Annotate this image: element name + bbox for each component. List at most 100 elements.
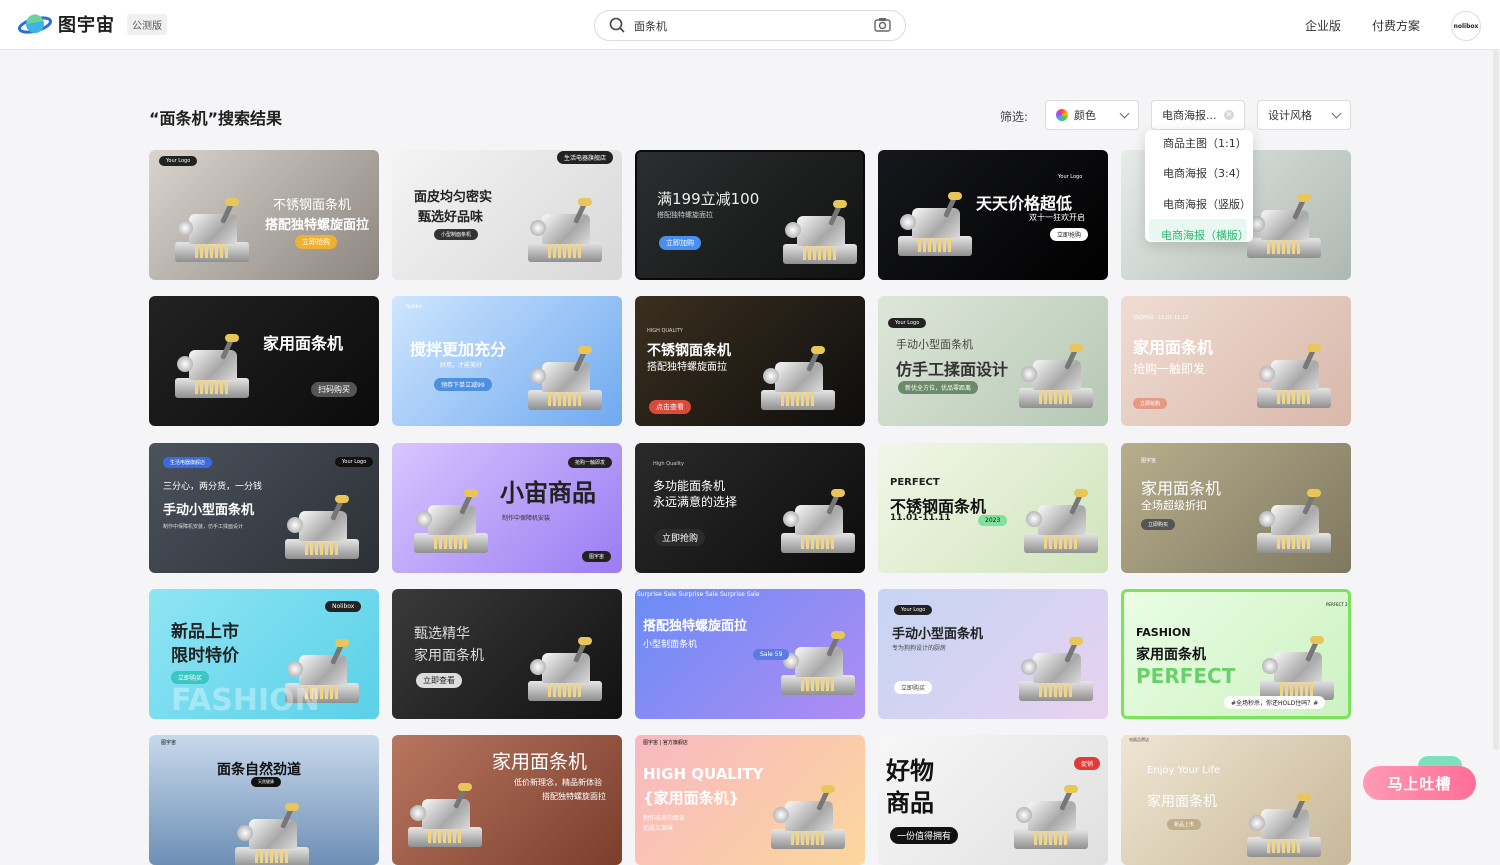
logo[interactable]: 图宇宙 公测版 <box>17 11 167 37</box>
card-text: 好物 <box>886 757 934 785</box>
noodle-machine-image <box>892 192 976 258</box>
template-card[interactable]: 图宇宙 | 官方旗舰店 HIGH QUALITY {家用面条机} 制作出来的面条 劲道又… <box>635 735 865 865</box>
template-card[interactable]: 满199立减100 搭配独特螺旋面拉 立即加购 <box>635 150 865 280</box>
template-card[interactable]: High Quality 多功能面条机 永远满意的选择 立即抢购 <box>635 443 865 573</box>
template-card[interactable]: 好物 商品 促销 一份值得拥有 <box>878 735 1108 865</box>
template-card[interactable]: 家用面条机 扫码购买 <box>149 296 379 426</box>
template-card[interactable]: PERFECT 2022 FASHION 家用面条机PERFECT #全场秒杀，你还H… <box>1121 589 1351 719</box>
avatar[interactable]: nolibox <box>1451 11 1481 41</box>
noodle-machine-image <box>1254 636 1338 702</box>
template-card[interactable]: Your Logo 不锈钢面条机 搭配独特螺旋面拉 立即抢购 <box>149 150 379 280</box>
search-icon[interactable] <box>609 17 625 37</box>
noodle-machine-image <box>775 489 859 555</box>
card-text: 立即购买 <box>894 681 933 694</box>
card-text: 家用面条机 <box>263 334 344 353</box>
card-text: High Quality <box>653 461 684 467</box>
noodle-machine-image <box>1251 344 1335 410</box>
card-text: 制作中保障机安装，仿手工揉面设计 <box>163 524 244 530</box>
template-card[interactable]: Your Logo 手动小型面条机 仿手工揉面设计 新优全方位，优品零距离 <box>878 296 1108 426</box>
card-text: #全场秒杀，你还HOLD住吗？# <box>1224 696 1326 709</box>
card-text: Your Logo <box>888 318 927 328</box>
template-card[interactable]: 生活电器旗舰店 Your Logo 三分心，两分货，一分钱 手动小型面条机 制作中保障机… <box>149 443 379 573</box>
clear-icon[interactable]: ✕ <box>1224 110 1234 120</box>
noodle-machine-image <box>402 783 486 849</box>
card-text: 不锈钢面条机 <box>273 198 352 213</box>
card-text: 小型制面条机 <box>434 229 479 240</box>
nav-enterprise[interactable]: 企业版 <box>1305 17 1341 34</box>
beta-badge: 公测版 <box>127 13 167 35</box>
card-text: 甄选好品味 <box>418 210 484 225</box>
card-text: 面皮均匀密实 <box>414 190 493 205</box>
card-text: 天然健康 <box>251 777 281 787</box>
style-filter-dropdown[interactable]: 设计风格 <box>1257 100 1351 130</box>
noodle-machine-image <box>1008 785 1092 851</box>
card-text: Nolibox <box>325 601 362 612</box>
card-text: 立即抢购 <box>655 529 706 546</box>
menu-item-poster-3-4[interactable]: 电商海报（3:4） <box>1163 165 1247 181</box>
nav-pricing[interactable]: 付费方案 <box>1372 17 1420 34</box>
planet-logo-icon <box>17 12 53 36</box>
card-text: 制作中保障机安装 <box>502 515 551 522</box>
template-card[interactable]: Surprise Sale Surprise Sale Surprise Sal… <box>635 589 865 719</box>
template-card[interactable]: HIGH QUALITY 不锈钢面条机 搭配独特螺旋面拉 点击查看 <box>635 296 865 426</box>
card-text: 新品上市 <box>1167 819 1202 830</box>
template-card[interactable]: Nolibox 新品上市 限时特价 立即购买 FASHION <box>149 589 379 719</box>
template-card[interactable]: 家用面条机 低价新理念，精品新体验 搭配独特螺旋面拉 <box>392 735 622 865</box>
template-card[interactable]: 甄选精华 家用面条机 立即查看 <box>392 589 622 719</box>
card-text: 立即抢购 <box>1133 398 1168 409</box>
top-bar: 图宇宙 公测版 面条机 企业版 付费方案 nolibox <box>0 0 1500 50</box>
noodle-machine-image <box>1241 793 1325 859</box>
template-card[interactable]: Your Logo 天天价格超低 双十一狂欢开启 立即抢购 <box>878 150 1108 280</box>
card-text: 电器品牌店 <box>1129 737 1149 742</box>
card-text: 搭配独特螺旋面拉 <box>647 362 727 373</box>
template-card[interactable]: PERFECT 不锈钢面条机 11.01-11.11 2023 <box>878 443 1108 573</box>
card-text: FASHION <box>171 683 320 718</box>
camera-icon[interactable] <box>874 17 891 36</box>
noodle-machine-image <box>522 198 606 264</box>
template-card[interactable]: 电器品牌店 Enjoy Your Life 家用面条机 新品上市 <box>1121 735 1351 865</box>
template-card[interactable]: Nolibo 搅拌更加充分 好用，才能美好 领券下单立减99 <box>392 296 622 426</box>
card-text: 点击查看 <box>649 400 691 414</box>
template-card[interactable]: Your Logo 手动小型面条机 专为狗狗设计的厨房 立即购买 <box>878 589 1108 719</box>
type-filter-dropdown[interactable]: 电商海报... ✕ <box>1151 100 1245 130</box>
template-card[interactable]: 图宇宙 面条自然劲道 天然健康 <box>149 735 379 865</box>
card-text: 劲道又美味 <box>643 825 674 832</box>
card-text: 图宇宙 <box>1141 458 1157 464</box>
card-text: 永远满意的选择 <box>653 495 738 509</box>
noodle-machine-image <box>522 637 606 703</box>
card-text: Nolibo <box>406 304 422 310</box>
template-card[interactable]: 活动时间：11.01-11.11 家用面条机 抢购一触即发 立即抢购 <box>1121 296 1351 426</box>
card-text: 图宇宙 <box>582 551 612 562</box>
color-filter-dropdown[interactable]: 颜色 <box>1045 100 1139 130</box>
template-card[interactable]: 生活电器旗舰店 面皮均匀密实 甄选好品味 小型制面条机 <box>392 150 622 280</box>
feedback-button[interactable]: 马上吐槽 <box>1363 766 1476 800</box>
card-text: Sale 59 <box>753 649 790 660</box>
card-text: 搭配独特螺旋面拉 <box>657 211 713 219</box>
card-text: 限时特价 <box>171 646 239 666</box>
menu-item-main-image[interactable]: 商品主图（1:1） <box>1163 135 1247 151</box>
card-text: 抢购一触即发 <box>568 457 613 468</box>
template-card[interactable]: 图宇宙 家用面条机 全场超级折扣 立即购买 <box>1121 443 1351 573</box>
noodle-machine-image <box>755 346 839 412</box>
card-text: 搭配独特螺旋面拉 <box>643 619 748 634</box>
card-text: 生活电器旗舰店 <box>163 457 213 468</box>
template-card[interactable]: 抢购一触即发 小宙商品 制作中保障机安装 图宇宙 <box>392 443 622 573</box>
card-text: Enjoy Your Life <box>1147 765 1221 776</box>
color-filter-label: 颜色 <box>1074 109 1096 122</box>
search-input[interactable]: 面条机 <box>634 18 667 34</box>
menu-item-poster-vertical[interactable]: 电商海报（竖版） <box>1163 196 1251 212</box>
card-text: PERFECT 2022 <box>1326 602 1351 607</box>
style-filter-label: 设计风格 <box>1268 109 1312 122</box>
scrollbar[interactable] <box>1493 50 1499 750</box>
card-text: Surprise Sale Surprise Sale Surprise Sal… <box>637 591 760 598</box>
search-bar[interactable]: 面条机 <box>594 10 906 41</box>
card-text: HIGH QUALITY <box>643 765 764 783</box>
noodle-machine-image <box>169 334 253 400</box>
menu-item-poster-horizontal[interactable]: 电商海报（横版） <box>1161 227 1249 242</box>
card-text: 全场超级折扣 <box>1141 499 1207 512</box>
noodle-machine-image <box>777 200 861 266</box>
card-text: 家用面条机 <box>1136 647 1206 663</box>
card-text: 仿手工揉面设计 <box>896 360 1009 379</box>
card-text: Your Logo <box>159 156 198 166</box>
card-text: {家用面条机} <box>643 789 740 807</box>
